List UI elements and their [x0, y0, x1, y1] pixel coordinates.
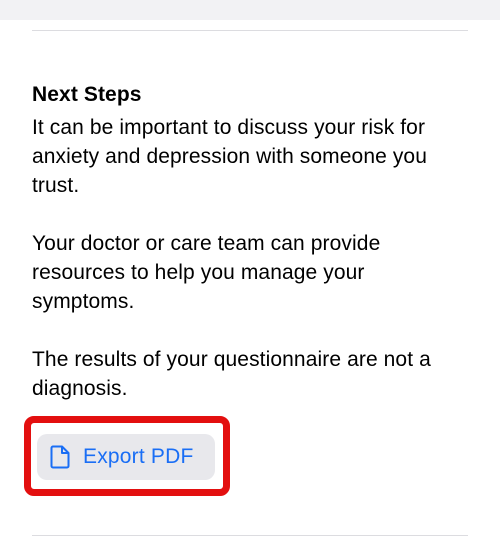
paragraph-discuss-risk: It can be important to discuss your risk…: [32, 116, 427, 197]
document-icon: [50, 445, 70, 469]
next-steps-section: Next Steps It can be important to discus…: [32, 80, 472, 403]
export-pdf-label: Export PDF: [83, 445, 194, 468]
paragraph-not-diagnosis: The results of your questionnaire are no…: [32, 348, 431, 400]
export-pdf-button[interactable]: Export PDF: [37, 434, 215, 480]
top-divider: [32, 30, 468, 31]
bottom-divider: [32, 535, 468, 536]
section-heading: Next Steps: [32, 83, 142, 106]
paragraph-care-team: Your doctor or care team can provide res…: [32, 232, 381, 313]
top-band: [0, 0, 500, 20]
screen: Next Steps It can be important to discus…: [0, 0, 500, 554]
